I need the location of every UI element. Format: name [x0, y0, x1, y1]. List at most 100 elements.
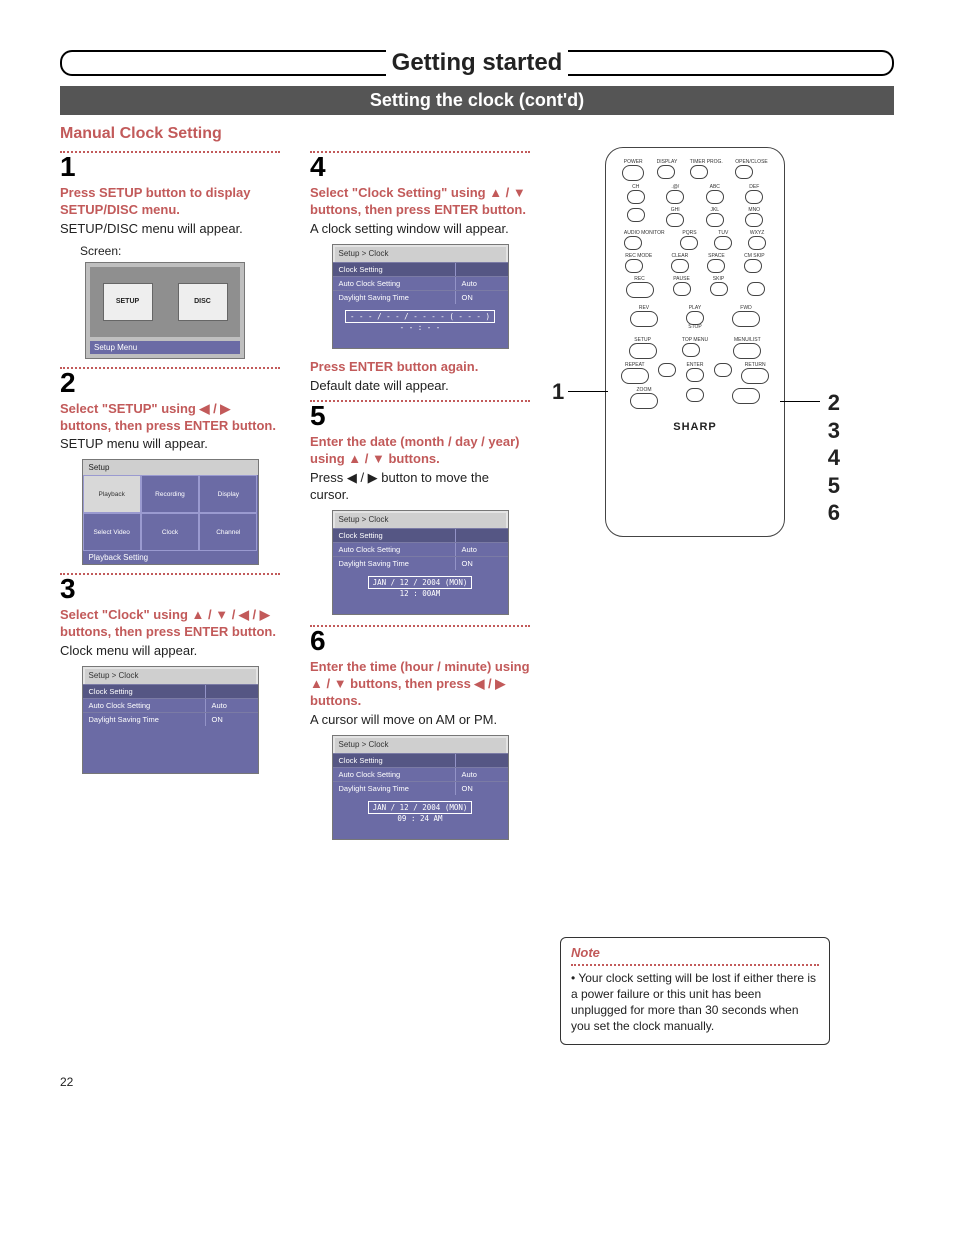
rec-label: REC: [626, 277, 654, 282]
cmskip-label: CM SKIP: [744, 254, 765, 259]
mno-label: MNO: [745, 208, 763, 213]
row-value: ON: [456, 782, 508, 795]
step5-dateline2: 12 : 00AM: [400, 589, 441, 598]
step2-body: SETUP menu will appear.: [60, 436, 280, 453]
enter-icon: [686, 368, 704, 382]
step1-screen: SETUP DISC Setup Menu: [85, 262, 245, 359]
step-number-5: 5: [310, 402, 530, 430]
step3-body: Clock menu will appear.: [60, 643, 280, 660]
note-heading: Note: [571, 944, 819, 962]
row-value: Auto: [456, 277, 508, 290]
clear-icon: [671, 259, 689, 273]
key-7-icon: [680, 236, 698, 250]
repeat-icon: [621, 368, 649, 384]
monitor-icon: [624, 236, 642, 250]
step-number-4: 4: [310, 153, 530, 181]
page-title-bar: Getting started: [60, 50, 894, 76]
row-label: Daylight Saving Time: [333, 782, 456, 795]
skip-next-icon: [747, 282, 765, 296]
step4-crumb: Setup > Clock: [333, 245, 508, 262]
step2-screen: Setup Playback Recording Display Select …: [82, 459, 259, 565]
fwd-icon: [732, 311, 760, 327]
rev-icon: [630, 311, 658, 327]
play-label: PLAY: [686, 306, 704, 311]
step1-body: SETUP/DISC menu will appear.: [60, 221, 280, 238]
disc-card: DISC: [178, 283, 228, 321]
ghi-label: GHI: [666, 208, 684, 213]
wxyz-label: WXYZ: [748, 231, 766, 236]
step2-crumb: Setup: [83, 460, 258, 475]
page-subtitle: Setting the clock (cont'd): [60, 86, 894, 115]
section-heading: Manual Clock Setting: [60, 125, 894, 143]
fwd-label: FWD: [732, 306, 760, 311]
zoom-icon: [630, 393, 658, 409]
setup-card: SETUP: [103, 283, 153, 321]
step6-screen: Setup > Clock Clock Setting Auto Clock S…: [332, 735, 509, 840]
step2-caption: Playback Setting: [83, 551, 258, 564]
step3-crumb: Setup > Clock: [83, 667, 258, 684]
skip-label: SKIP: [710, 277, 728, 282]
step1-screen-label: Screen:: [80, 244, 280, 258]
menulist-label: MENU/LIST: [733, 338, 761, 343]
row-value: ON: [206, 713, 258, 726]
remote-illustration: 1 POWER DISPLAY TIMER PROG. OPEN/CLOSE C…: [560, 147, 830, 547]
title-cap-left: [60, 50, 92, 76]
row-label: Auto Clock Setting: [83, 699, 206, 712]
row-label: Auto Clock Setting: [333, 543, 456, 556]
key-2-icon: [706, 190, 724, 204]
abc-label: ABC: [706, 185, 724, 190]
step-number-1: 1: [60, 153, 280, 181]
key-0-icon: [707, 259, 725, 273]
row-label: Clock Setting: [83, 685, 206, 698]
key-3-icon: [745, 190, 763, 204]
step4-screen: Setup > Clock Clock Setting Auto Clock S…: [332, 244, 509, 349]
recmode-icon: [625, 259, 643, 273]
step5-screen: Setup > Clock Clock Setting Auto Clock S…: [332, 510, 509, 615]
timer-button-icon: [690, 165, 708, 179]
pause-icon: [673, 282, 691, 296]
space-label: SPACE: [707, 254, 725, 259]
callout-3: 3: [828, 417, 840, 445]
callout-6: 6: [828, 499, 840, 527]
key-5-icon: [706, 213, 724, 227]
row-label: Daylight Saving Time: [333, 291, 456, 304]
note-text: • Your clock setting will be lost if eit…: [571, 970, 819, 1035]
at-label: .@/: [666, 185, 684, 190]
page-title: Getting started: [386, 49, 569, 77]
return-icon: [741, 368, 769, 384]
step1-instruction: Press SETUP button to display SETUP/DISC…: [60, 185, 280, 219]
row-value: ON: [456, 291, 508, 304]
key-4-icon: [666, 213, 684, 227]
note-divider: [571, 964, 819, 966]
step3-instruction: Select "Clock" using ▲ / ▼ / ◀ / ▶ butto…: [60, 607, 280, 641]
step-number-3: 3: [60, 575, 280, 603]
key-1-icon: [666, 190, 684, 204]
step4-body: A clock setting window will appear.: [310, 221, 530, 238]
step5-dateline1: JAN / 12 / 2004 (MON): [368, 576, 473, 589]
step1-caption: Setup Menu: [90, 341, 240, 354]
step4-after-instruction: Press ENTER button again.: [310, 359, 530, 376]
row-label: Clock Setting: [333, 754, 456, 767]
ch-label: CH: [627, 185, 645, 190]
page-number: 22: [60, 1075, 894, 1089]
row-label: Clock Setting: [333, 263, 456, 276]
pause-label: PAUSE: [673, 277, 691, 282]
grid-cell: Recording: [141, 475, 199, 513]
enter-label: ENTER: [686, 363, 704, 368]
callout-2: 2: [828, 389, 840, 417]
step5-body: Press ◀ / ▶ button to move the cursor.: [310, 470, 530, 504]
row-label: Clock Setting: [333, 529, 456, 542]
grid-cell: Playback: [83, 475, 141, 513]
rev-label: REV: [630, 306, 658, 311]
left-arrow-icon: [658, 363, 676, 377]
power-button-icon: [622, 165, 644, 181]
menulist-icon: [733, 343, 761, 359]
down-arrow-icon: [686, 388, 704, 402]
row-label: Auto Clock Setting: [333, 768, 456, 781]
remote-callout-left: 1: [552, 379, 564, 405]
grid-cell: Clock: [141, 513, 199, 551]
timer-label: TIMER PROG.: [690, 160, 723, 165]
row-value: Auto: [206, 699, 258, 712]
cmskip-icon: [744, 259, 762, 273]
rec-icon: [626, 282, 654, 298]
